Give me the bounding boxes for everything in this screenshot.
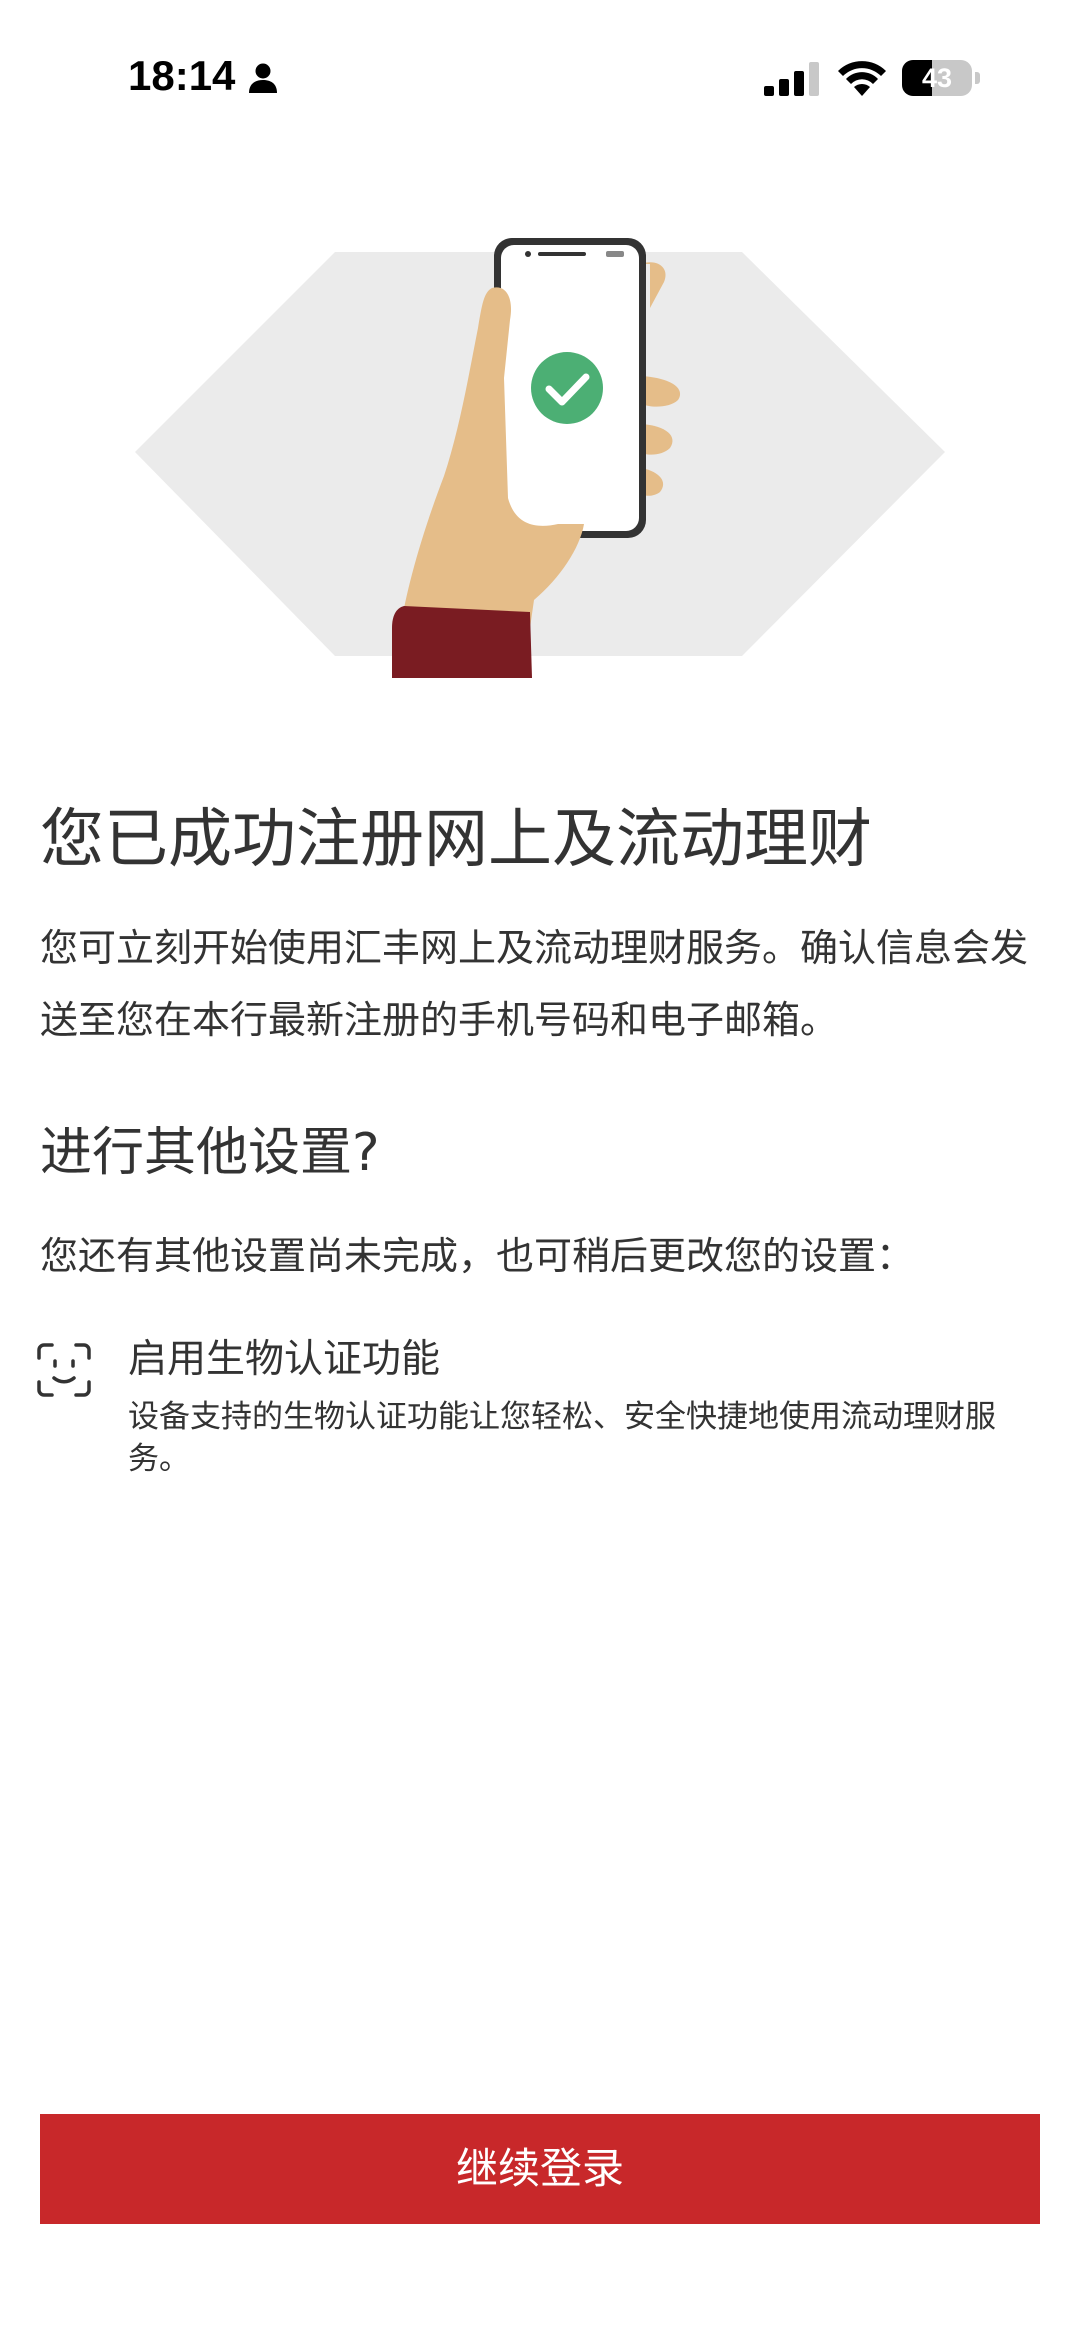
biometric-description: 设备支持的生物认证功能让您轻松、安全快捷地使用流动理财服务。 [128,1399,996,1477]
biometric-setting-item[interactable]: 启用生物认证功能 设备支持的生物认证功能让您轻松、安全快捷地使用流动理财服务。 [36,1330,1046,1490]
battery-level: 43 [921,63,953,93]
page-description: 您可立刻开始使用汇丰网上及流动理财服务。确认信息会发送至您在本行最新注册的手机号… [40,926,1029,1042]
wifi-icon [838,61,886,96]
section-description: 您还有其他设置尚未完成，也可稍后更改您的设置： [40,1234,915,1278]
person-icon [249,63,277,93]
status-bar: 18:14 43 [0,0,1080,150]
battery-icon: 43 [902,60,980,96]
page-title: 您已成功注册网上及流动理财 [40,803,872,877]
phone-with-checkmark-illustration [135,238,945,678]
signal-icon [764,62,819,96]
sleeve [392,606,532,678]
status-time: 18:14 [128,52,236,99]
section-title: 进行其他设置? [40,1123,380,1183]
continue-login-button[interactable]: 继续登录 [40,2114,1040,2224]
face-id-icon [37,1343,91,1397]
checkmark-icon [531,352,603,424]
biometric-title: 启用生物认证功能 [128,1337,441,1382]
